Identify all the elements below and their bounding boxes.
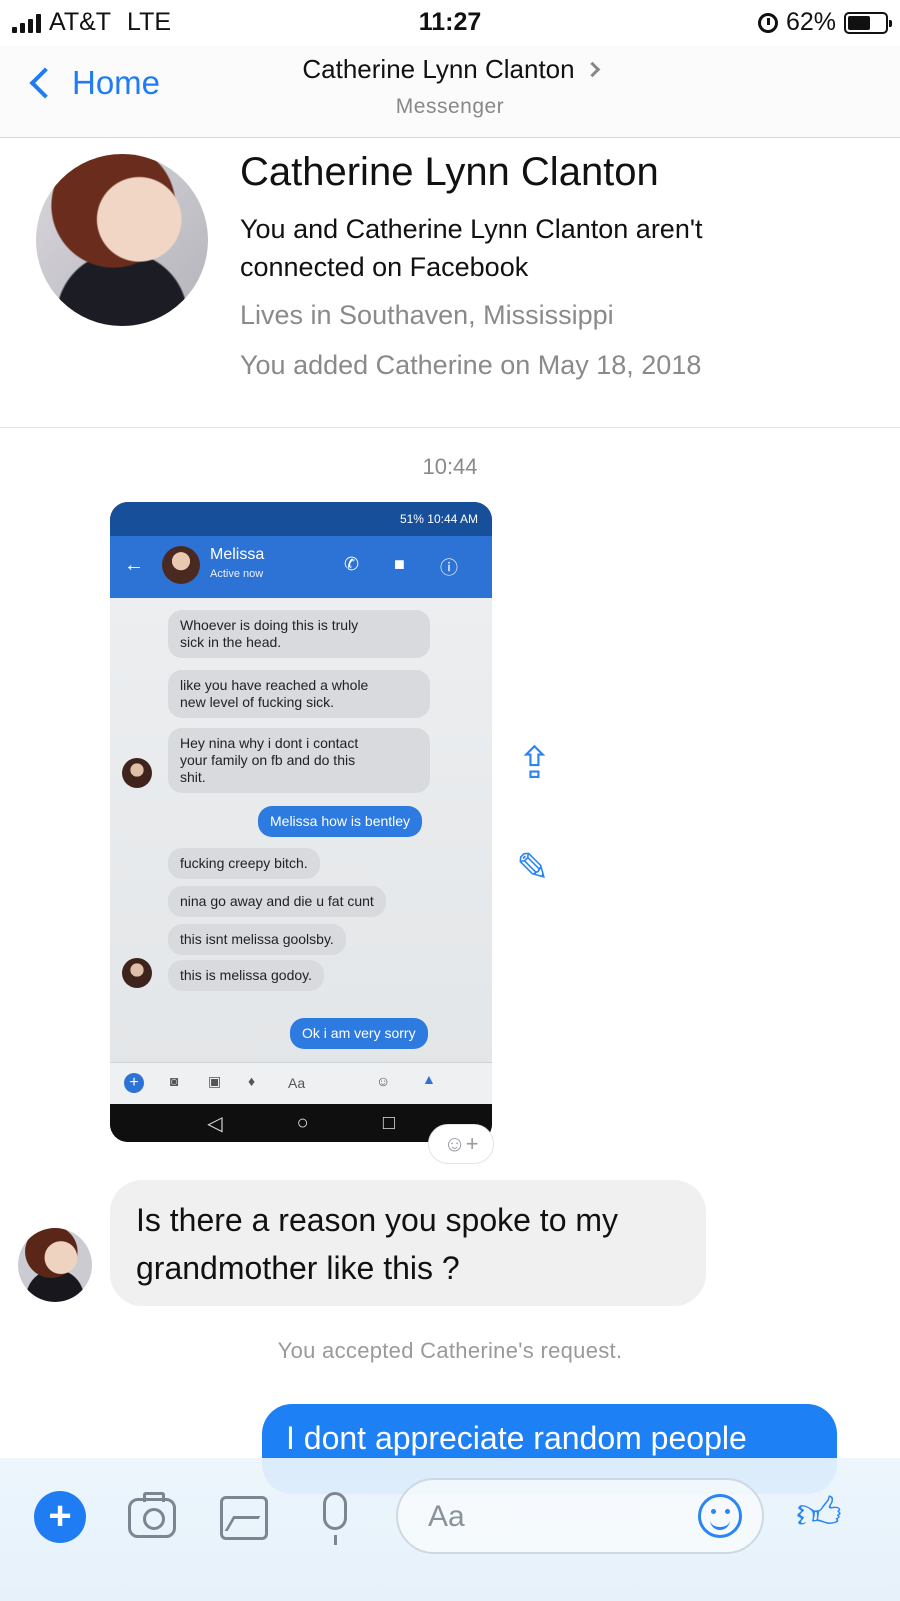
connection-text-1: You and Catherine Lynn Clanton aren't: [240, 214, 703, 244]
image-message-outgoing: Melissa how is bentley: [258, 806, 423, 837]
camera-icon[interactable]: [128, 1492, 176, 1538]
image-sender-avatar: [122, 758, 152, 788]
chevron-right-icon: [584, 61, 600, 78]
battery-percent: 62%: [785, 8, 836, 36]
message-input-placeholder: Aa: [428, 1500, 465, 1533]
status-bar: AT&T LTE 11:27 62%: [0, 0, 900, 46]
image-status-bar: 51% 10:44 AM: [110, 502, 492, 536]
image-composer: + ◙ ▣ ♦ Aa ☺ ▲: [110, 1062, 492, 1104]
image-message: fucking creepy bitch.: [168, 848, 320, 879]
image-message-outgoing: Ok i am very sorry: [290, 1018, 428, 1049]
emoji-icon[interactable]: [698, 1494, 742, 1538]
image-emoji-icon: ☺: [376, 1073, 391, 1089]
image-composer-placeholder: Aa: [288, 1075, 306, 1091]
profile-avatar[interactable]: [36, 154, 208, 326]
image-contact-name: Melissa: [210, 546, 265, 563]
header-subtitle: Messenger: [395, 95, 505, 118]
image-icon[interactable]: [220, 1496, 268, 1540]
image-message: like you have reached a whole new level …: [168, 670, 430, 718]
plus-icon[interactable]: +: [34, 1491, 86, 1543]
image-nav-recents-icon: □: [382, 1111, 395, 1134]
image-sender-avatar: [122, 958, 152, 988]
image-plus-icon: +: [124, 1073, 144, 1093]
share-icon[interactable]: ⇪: [516, 742, 553, 786]
image-chat-header: ← Melissa Active now ✆ ■ ⓘ: [110, 536, 492, 598]
message-composer: + Aa 👍︎: [0, 1458, 900, 1601]
connection-text-2: connected on Facebook: [240, 252, 529, 282]
image-phone-icon: ✆: [344, 554, 360, 574]
incoming-message-line: Is there a reason you spoke to my: [136, 1202, 619, 1238]
image-like-icon: ▲: [422, 1071, 436, 1087]
image-contact-avatar: [162, 546, 200, 584]
like-icon[interactable]: 👍︎: [796, 1492, 842, 1536]
message-timestamp: 10:44: [422, 454, 478, 479]
add-reaction-icon[interactable]: ☺+: [428, 1124, 494, 1164]
header-title-group[interactable]: Catherine Lynn Clanton Messenger: [0, 54, 900, 119]
conversation-header: Home Catherine Lynn Clanton Messenger: [0, 46, 900, 138]
image-nav-back-icon: ◁: [207, 1112, 223, 1135]
image-message: Whoever is doing this is truly sick in t…: [168, 610, 430, 658]
image-nav-home-icon: ○: [296, 1111, 309, 1134]
message-input[interactable]: Aa: [396, 1478, 764, 1554]
header-title-text: Catherine Lynn Clanton: [302, 54, 575, 84]
image-contact-status: Active now: [210, 568, 264, 580]
edit-icon[interactable]: ✎: [516, 848, 550, 888]
image-gallery-icon: ▣: [208, 1073, 222, 1089]
image-info-icon: ⓘ: [440, 558, 458, 578]
profile-added-date: You added Catherine on May 18, 2018: [240, 350, 702, 380]
battery-info: 62%: [757, 8, 892, 37]
shared-image[interactable]: 51% 10:44 AM ← Melissa Active now ✆ ■ ⓘ …: [110, 502, 492, 1142]
image-message: this is melissa godoy.: [168, 960, 325, 991]
image-message: this isnt melissa goolsby.: [168, 924, 346, 955]
system-message: You accepted Catherine's request.: [277, 1338, 623, 1363]
image-back-arrow-icon: ←: [124, 554, 144, 576]
alarm-icon: [757, 12, 778, 33]
image-mic-icon: ♦: [248, 1073, 256, 1089]
profile-location: Lives in Southaven, Mississippi: [240, 300, 614, 330]
image-video-icon: ■: [394, 554, 405, 574]
profile-name: Catherine Lynn Clanton: [240, 150, 659, 194]
sender-avatar[interactable]: [18, 1228, 92, 1302]
header-title[interactable]: Catherine Lynn Clanton: [302, 54, 600, 85]
battery-icon: [844, 11, 892, 34]
profile-card: Catherine Lynn Clanton You and Catherine…: [0, 138, 900, 428]
image-chat-body: Whoever is doing this is truly sick in t…: [110, 598, 492, 1072]
image-message: Hey nina why i dont i contact your famil…: [168, 728, 430, 793]
incoming-message[interactable]: Is there a reason you spoke to my grandm…: [110, 1180, 706, 1306]
mic-icon[interactable]: [323, 1492, 347, 1545]
incoming-message-line: grandmother like this ?: [136, 1250, 460, 1286]
image-message: nina go away and die u fat cunt: [168, 886, 386, 917]
image-camera-icon: ◙: [170, 1073, 179, 1089]
